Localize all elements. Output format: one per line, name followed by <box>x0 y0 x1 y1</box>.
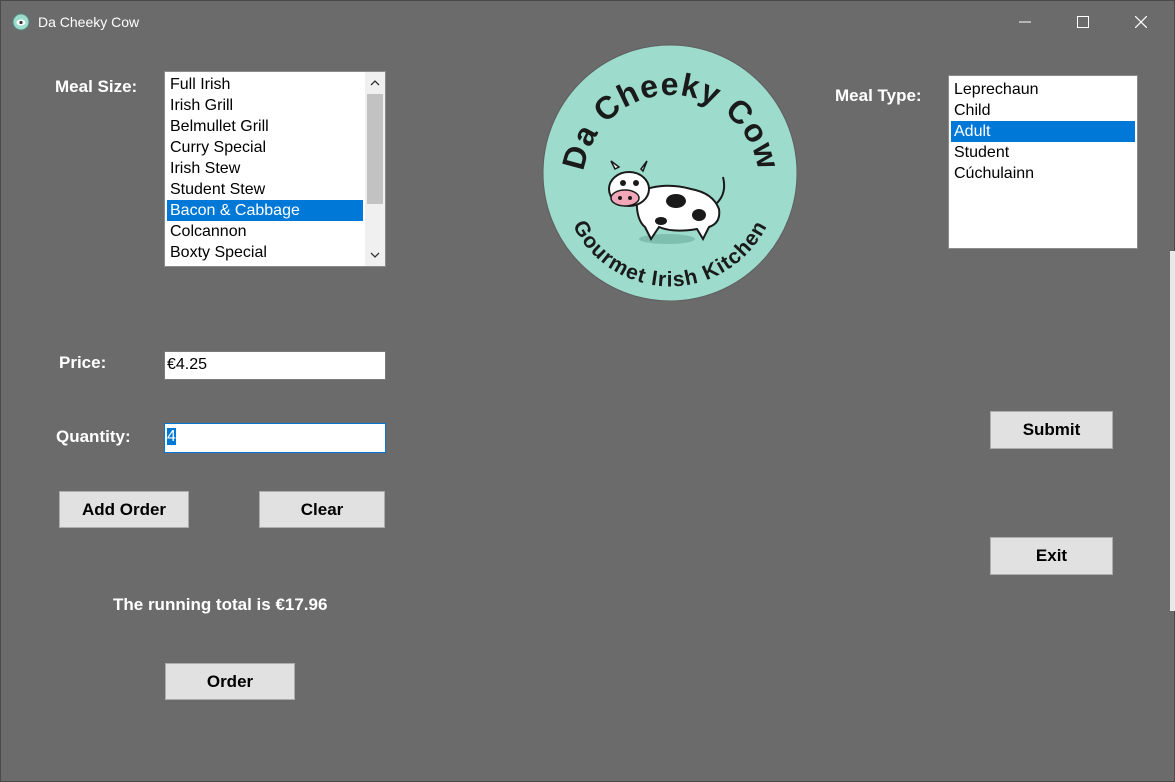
app-window: Da Cheeky Cow Meal Size: Full Irish Iris… <box>0 0 1175 782</box>
close-icon <box>1135 16 1147 28</box>
meal-size-scrollbar[interactable] <box>365 72 385 266</box>
window-title: Da Cheeky Cow <box>38 14 140 30</box>
app-icon <box>12 13 30 31</box>
scroll-up-button[interactable] <box>365 74 385 92</box>
clear-button[interactable]: Clear <box>259 491 385 528</box>
meal-size-item[interactable]: Colcannon <box>167 221 363 242</box>
exit-button[interactable]: Exit <box>990 537 1113 575</box>
scroll-thumb[interactable] <box>367 94 383 204</box>
add-order-button[interactable]: Add Order <box>59 491 189 528</box>
order-button[interactable]: Order <box>165 663 295 700</box>
submit-button[interactable]: Submit <box>990 411 1113 449</box>
quantity-value: 4 <box>167 428 176 445</box>
meal-size-item[interactable]: Irish Grill <box>167 95 363 116</box>
meal-type-item[interactable]: Child <box>951 100 1135 121</box>
meal-type-item[interactable]: Cúchulainn <box>951 163 1135 184</box>
running-total-text: The running total is €17.96 <box>113 595 328 614</box>
meal-type-item[interactable]: Student <box>951 142 1135 163</box>
da-cheeky-cow-logo: Da Cheeky Cow Gourmet Irish Kitchen <box>542 44 798 301</box>
quantity-field[interactable]: 4 <box>164 423 386 453</box>
meal-size-item[interactable]: Full Irish <box>167 74 363 95</box>
window-edge <box>1170 251 1175 611</box>
meal-type-item[interactable]: Leprechaun <box>951 79 1135 100</box>
meal-size-listbox[interactable]: Full Irish Irish Grill Belmullet Grill C… <box>164 71 386 267</box>
meal-type-listbox[interactable]: Leprechaun Child Adult Student Cúchulain… <box>948 75 1138 249</box>
meal-type-label: Meal Type: <box>835 86 922 105</box>
maximize-icon <box>1077 16 1089 28</box>
meal-size-item[interactable]: Belmullet Grill <box>167 116 363 137</box>
minimize-button[interactable] <box>996 1 1054 43</box>
scroll-down-button[interactable] <box>365 246 385 264</box>
meal-size-item[interactable]: Curry Special <box>167 137 363 158</box>
price-label: Price: <box>59 353 107 372</box>
meal-type-item-selected[interactable]: Adult <box>951 121 1135 142</box>
meal-size-item[interactable]: Irish Stew <box>167 158 363 179</box>
meal-size-item[interactable]: Boxty Special <box>167 242 363 263</box>
meal-size-item[interactable]: Student Stew <box>167 179 363 200</box>
title-bar[interactable]: Da Cheeky Cow <box>1 1 1174 43</box>
chevron-up-icon <box>370 80 380 86</box>
chevron-down-icon <box>370 252 380 258</box>
meal-size-label: Meal Size: <box>55 77 138 96</box>
close-button[interactable] <box>1112 1 1170 43</box>
minimize-icon <box>1019 21 1031 23</box>
price-field[interactable]: €4.25 <box>164 351 386 380</box>
meal-size-item-selected[interactable]: Bacon & Cabbage <box>167 200 363 221</box>
quantity-label: Quantity: <box>56 427 131 446</box>
maximize-button[interactable] <box>1054 1 1112 43</box>
